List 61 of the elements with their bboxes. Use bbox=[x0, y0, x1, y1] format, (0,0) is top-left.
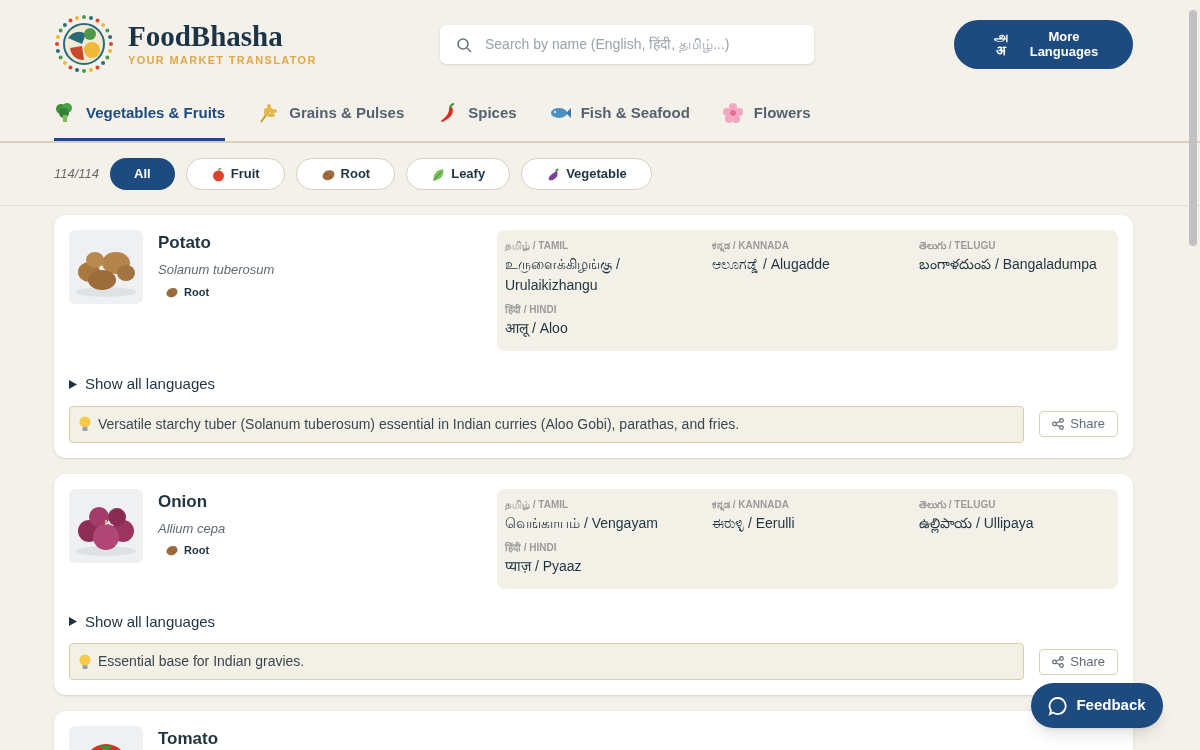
flower-icon bbox=[721, 102, 744, 124]
tagline: YOUR MARKET TRANSLATOR bbox=[128, 52, 317, 68]
filter-chip[interactable]: Vegetable bbox=[521, 158, 652, 190]
share-icon bbox=[1052, 418, 1065, 430]
filter-chip[interactable]: All bbox=[110, 158, 175, 190]
share-icon bbox=[1052, 655, 1065, 668]
more-languages-button[interactable]: அ अ More Languages bbox=[954, 19, 1133, 69]
language-label: தமிழ் / TAMIL bbox=[505, 239, 570, 254]
language-label: ಕನ್ನಡ / KANNADA bbox=[712, 239, 790, 254]
lightbulb-icon bbox=[78, 653, 92, 670]
category-tab[interactable]: Flowers bbox=[721, 88, 811, 141]
brand-name: FoodBhasha bbox=[128, 19, 284, 52]
search-icon bbox=[456, 36, 472, 53]
translation-text: உருளைக்கிழங்கு / Urulaikizhangu bbox=[505, 255, 621, 295]
apple-icon bbox=[210, 166, 226, 182]
tip-text: Essential base for Indian gravies. bbox=[98, 652, 305, 671]
language-label: हिंदी / HINDI bbox=[505, 302, 558, 317]
filter-chip[interactable]: Leafy bbox=[406, 158, 511, 190]
search-field[interactable]: Search by name (English, हिंदी, தமிழ்...) bbox=[440, 24, 814, 64]
scientific-name: Allium cepa bbox=[158, 519, 227, 538]
category-label: Root bbox=[184, 284, 210, 300]
category-tab[interactable]: Spices bbox=[436, 88, 517, 141]
translation-text: బంగాళదుంప / Bangaladumpa bbox=[919, 255, 1098, 274]
translation-text: आलू / Aloo bbox=[505, 319, 569, 339]
logo-icon bbox=[54, 14, 114, 74]
language-label: ಕನ್ನಡ / KANNADA bbox=[712, 497, 790, 513]
chat-bubble-icon bbox=[1048, 695, 1069, 716]
translation-text: प्याज़ / Pyaaz bbox=[505, 556, 583, 576]
item-name: Potato bbox=[158, 232, 212, 254]
category-tab[interactable]: Fish & Seafood bbox=[548, 88, 690, 141]
item-name: Onion bbox=[158, 490, 209, 513]
disclosure-triangle-icon bbox=[69, 617, 77, 627]
category-tab[interactable]: Grains & Pulses bbox=[257, 88, 405, 141]
tip-text: Versatile starchy tuber (Solanum tuberosum) essential in Indian curries (Aloo Gobi), parathas, and fries. bbox=[98, 414, 740, 434]
scrollbar[interactable] bbox=[1189, 10, 1197, 246]
language-label: తెలుగు / TELUGU bbox=[919, 497, 997, 512]
filter-chip[interactable]: Root bbox=[295, 158, 396, 190]
share-button[interactable]: Share bbox=[1039, 648, 1118, 675]
feedback-button[interactable]: Feedback bbox=[1031, 683, 1163, 728]
show-languages-toggle[interactable]: Show all languages bbox=[69, 373, 216, 396]
disclosure-triangle-icon bbox=[69, 379, 77, 389]
scientific-name: Solanum tuberosum bbox=[158, 261, 276, 279]
translation-text: ఉల్లిపాయ / Ullipaya bbox=[919, 513, 1035, 534]
show-languages-toggle[interactable]: Show all languages bbox=[69, 610, 216, 633]
share-button[interactable]: Share bbox=[1039, 411, 1118, 437]
language-label: తెలుగు / TELUGU bbox=[919, 239, 997, 253]
category-tab[interactable]: Vegetables & Fruits bbox=[54, 88, 226, 141]
filter-chip[interactable]: Fruit bbox=[185, 158, 285, 190]
translation-text: வெங்காயம் / Vengayam bbox=[505, 513, 659, 533]
language-label: हिंदी / HINDI bbox=[505, 540, 558, 555]
category-label: Root bbox=[184, 543, 210, 558]
wheat-icon bbox=[257, 102, 280, 124]
language-label: தமிழ் / TAMIL bbox=[505, 497, 570, 513]
item-name: Tomato bbox=[158, 728, 220, 750]
translation-text: ಈರುಳ್ಳಿ / Eerulli bbox=[712, 513, 796, 534]
potato-icon bbox=[165, 543, 179, 558]
eggplant-icon bbox=[546, 166, 562, 182]
result-count: 114/114 bbox=[54, 165, 100, 184]
script-glyphs: அ अ bbox=[994, 30, 1008, 58]
translation-text: ಆಲೂಗಡ್ಡೆ / Alugadde bbox=[712, 255, 831, 275]
lightbulb-icon bbox=[78, 416, 92, 432]
